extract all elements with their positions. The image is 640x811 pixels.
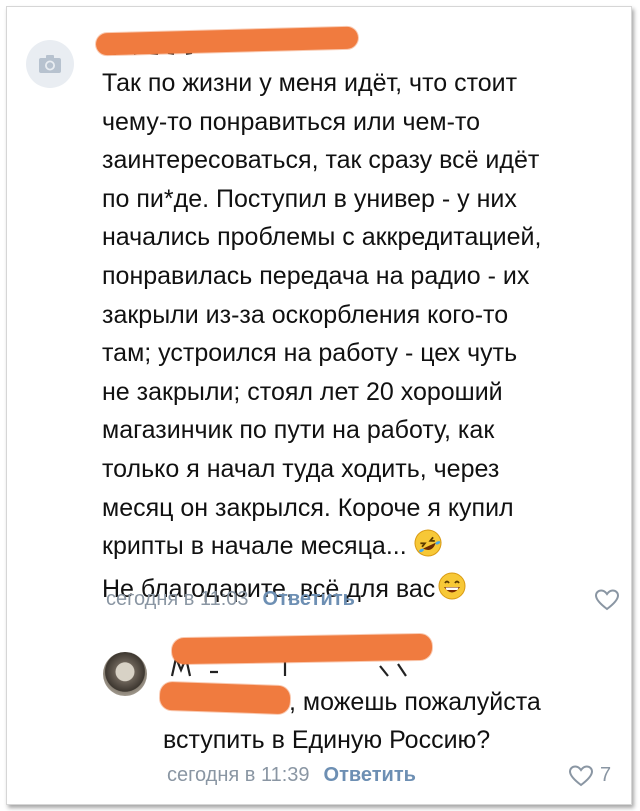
camera-icon — [39, 55, 61, 73]
reply-timestamp[interactable]: сегодня в 11:39 — [167, 764, 310, 786]
reply-reply-button[interactable]: Ответить — [324, 764, 416, 786]
like-heart-icon[interactable] — [594, 588, 620, 612]
reply-button[interactable]: Ответить — [263, 588, 355, 610]
reply-like-count: 7 — [600, 764, 612, 786]
rolling-laughing-emoji-icon — [413, 528, 443, 570]
reply-name-redaction — [171, 633, 433, 665]
comment-meta: сегодня в 11:03 Ответить — [106, 588, 355, 611]
comment-line: магазинчик по пути на работу, как — [102, 416, 495, 445]
comment-line-text: крипты в начале месяца... — [102, 532, 407, 561]
grinning-face-emoji-icon — [437, 571, 467, 613]
comment-line: по пи*де. Поступил в универ - у них — [102, 184, 517, 213]
comment-timestamp[interactable]: сегодня в 11:03 — [106, 588, 249, 610]
comment-line: не закрыли; стоял лет 20 хороший — [102, 377, 503, 406]
comment-line: заинтересоваться, так сразу всё идёт — [102, 146, 540, 175]
reply-body: , можешь пожалуйста вступить в Единую Ро… — [163, 683, 603, 759]
comment-body: Так по жизни у меня идёт, что стоит чему… — [102, 64, 612, 612]
comment-line: только я начал туда ходить, через — [102, 454, 500, 483]
comment-line: понравилась передача на радио - их — [102, 261, 530, 290]
reply-line: , можешь пожалуйста — [289, 688, 541, 716]
reply-line: вступить в Единую Россию? — [163, 726, 491, 754]
comment-line: крипты в начале месяца... — [102, 527, 612, 570]
reply-meta: сегодня в 11:39 Ответить — [167, 764, 416, 787]
avatar-placeholder[interactable] — [26, 40, 74, 88]
reply-avatar[interactable] — [103, 652, 147, 696]
reply-like-heart-icon[interactable] — [568, 764, 594, 788]
comment-line: Так по жизни у меня идёт, что стоит — [102, 69, 518, 97]
comment-line: начались проблемы с аккредитацией, — [102, 223, 542, 252]
comment-line: закрыли из-за оскорбления кого-то — [102, 300, 509, 329]
comment-line: месяц он закрылся. Короче я купил — [102, 493, 514, 522]
comment-line: там; устроился на работу - цех чуть — [102, 339, 518, 368]
comment-line: чему-то понравиться или чем-то — [102, 107, 480, 136]
